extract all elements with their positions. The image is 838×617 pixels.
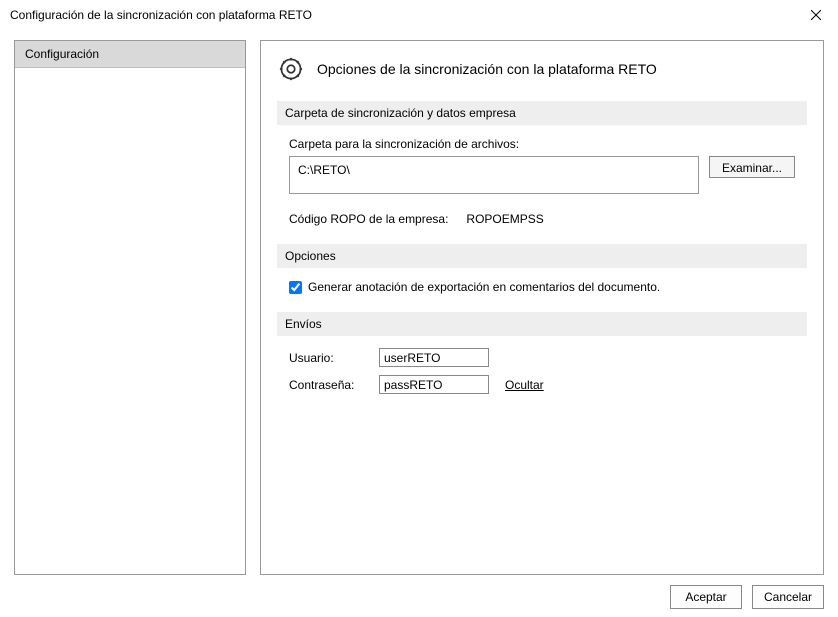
export-annotation-checkbox-row[interactable]: Generar anotación de exportación en come… (289, 280, 795, 294)
accept-button[interactable]: Aceptar (670, 585, 742, 609)
user-input[interactable] (379, 348, 489, 367)
hide-password-link[interactable]: Ocultar (505, 378, 544, 392)
section-header-options: Opciones (277, 244, 807, 268)
ropo-value: ROPOEMPSS (466, 212, 543, 226)
close-icon (811, 10, 821, 20)
password-label: Contraseña: (289, 378, 379, 392)
cancel-button[interactable]: Cancelar (752, 585, 824, 609)
export-annotation-checkbox[interactable] (289, 281, 302, 294)
browse-button[interactable]: Examinar... (709, 156, 795, 178)
sidebar-item-label: Configuración (25, 47, 99, 61)
user-label: Usuario: (289, 351, 379, 365)
sidebar: Configuración (14, 40, 246, 575)
titlebar: Configuración de la sincronización con p… (0, 0, 838, 30)
section-body-folder: Carpeta para la sincronización de archiv… (277, 137, 807, 244)
sidebar-item-configuracion[interactable]: Configuración (15, 41, 245, 68)
window-title: Configuración de la sincronización con p… (10, 8, 312, 22)
panel-title: Opciones de la sincronización con la pla… (317, 61, 657, 77)
gear-icon (277, 55, 305, 83)
button-bar: Aceptar Cancelar (0, 575, 838, 609)
section-header-folder: Carpeta de sincronización y datos empres… (277, 101, 807, 125)
panel-header: Opciones de la sincronización con la pla… (277, 55, 807, 83)
main-panel: Opciones de la sincronización con la pla… (260, 40, 824, 575)
export-annotation-label: Generar anotación de exportación en come… (308, 280, 660, 294)
section-header-envios: Envíos (277, 312, 807, 336)
password-input[interactable] (379, 375, 489, 394)
content-area: Configuración Opciones de la sincronizac… (0, 30, 838, 575)
folder-input[interactable] (289, 156, 699, 194)
section-body-envios: Usuario: Contraseña: Ocultar (277, 348, 807, 420)
folder-label: Carpeta para la sincronización de archiv… (289, 137, 795, 151)
section-body-options: Generar anotación de exportación en come… (277, 280, 807, 312)
ropo-label: Código ROPO de la empresa: (289, 212, 448, 226)
close-button[interactable] (793, 0, 838, 30)
